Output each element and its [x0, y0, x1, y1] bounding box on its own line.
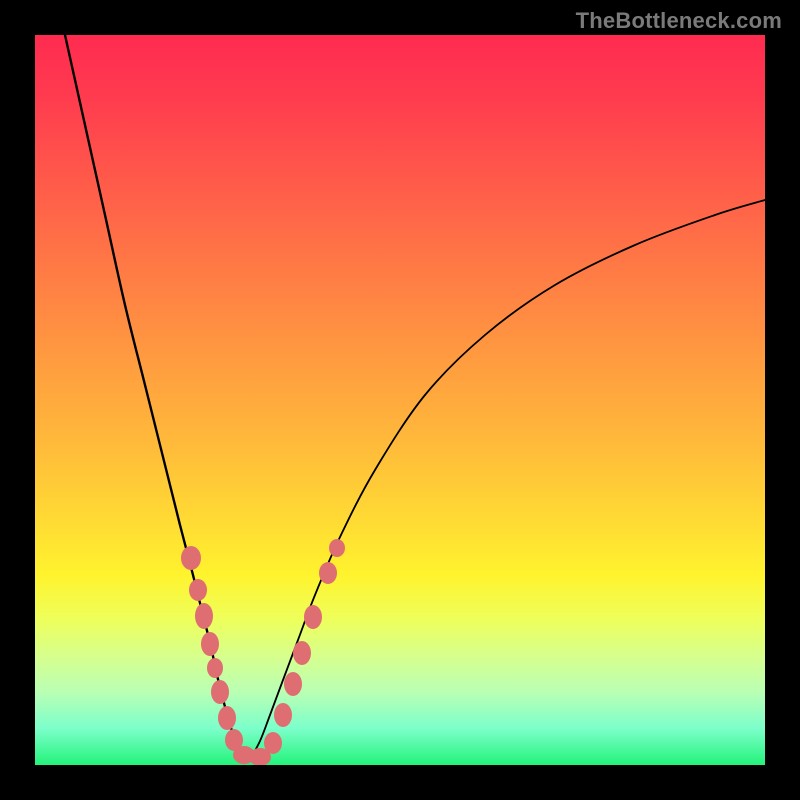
curve-left-branch — [65, 35, 249, 761]
data-marker — [329, 539, 345, 557]
data-marker — [304, 605, 322, 629]
data-marker — [181, 546, 201, 570]
plot-area — [35, 35, 765, 765]
data-marker — [264, 732, 282, 754]
data-marker — [207, 658, 223, 678]
data-marker — [284, 672, 302, 696]
data-marker — [189, 579, 207, 601]
data-marker — [201, 632, 219, 656]
data-marker — [274, 703, 292, 727]
bottleneck-curve — [35, 35, 765, 765]
data-marker — [218, 706, 236, 730]
data-marker — [293, 641, 311, 665]
watermark-text: TheBottleneck.com — [576, 8, 782, 34]
data-marker — [195, 603, 213, 629]
curve-right-branch — [249, 200, 765, 761]
data-marker — [211, 680, 229, 704]
data-marker — [319, 562, 337, 584]
marker-group — [181, 539, 345, 765]
